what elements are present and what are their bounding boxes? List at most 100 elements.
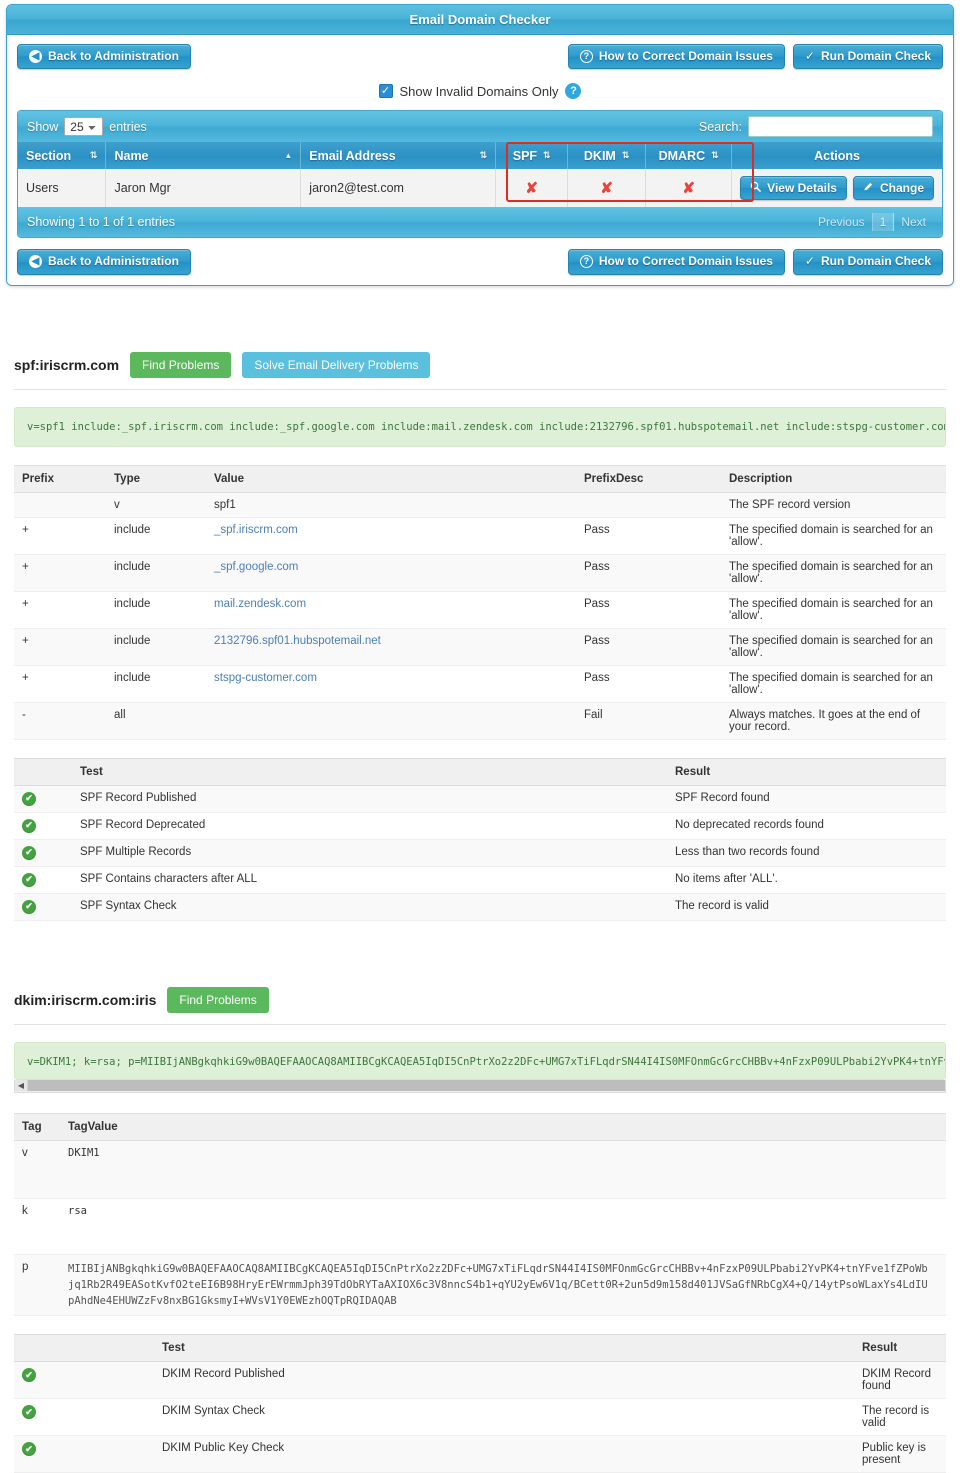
table-row: ✔ SPF Multiple Records Less than two rec… [14, 839, 946, 867]
spf-prefixdesc [576, 492, 721, 518]
col-name[interactable]: Name ▲ [105, 142, 302, 170]
spf-fail-icon: ✘ [525, 180, 538, 198]
dkim-test-name: DKIM Record Published [154, 1361, 854, 1400]
dkim-test-status: ✔ [14, 1361, 154, 1400]
dkim-find-problems-button[interactable]: Find Problems [167, 986, 269, 1013]
show-invalid-domains-checkbox[interactable]: ✓ [378, 84, 393, 99]
scrollbar-thumb[interactable] [28, 1080, 945, 1092]
dkim-public-key-line: jq1Rb2R49EASotKvfO2teEI6B98HryErEWrmmJph… [68, 1278, 928, 1291]
col-dmarc[interactable]: DMARC ⇅ [645, 142, 733, 170]
spf-value-link[interactable]: mail.zendesk.com [214, 598, 306, 610]
table-row: + include 2132796.spf01.hubspotemail.net… [14, 628, 946, 666]
spf-prefixdesc: Fail [576, 702, 721, 740]
check-icon: ✓ [804, 254, 815, 269]
spf-test-result: No items after 'ALL'. [667, 866, 946, 894]
how-to-correct-domain-issues-button-bottom[interactable]: ? How to Correct Domain Issues [567, 249, 785, 275]
col-section[interactable]: Section ⇅ [18, 142, 107, 170]
spf-solve-email-delivery-problems-button[interactable]: Solve Email Delivery Problems [242, 351, 431, 378]
check-circle-icon: ✔ [22, 899, 36, 914]
pagination: Previous 1 Next [811, 213, 933, 232]
spf-value-link[interactable]: _spf.iriscrm.com [214, 524, 298, 536]
search-label: Search: [698, 119, 742, 134]
spf-prefixdesc: Pass [576, 628, 721, 666]
dkim-tags-body: v DKIM1 k rsa p MIIBIjANBgkqhkiG9w0BAQEF… [14, 1140, 946, 1317]
spf-test-col-test: Test [72, 757, 667, 786]
spf-test-status: ✔ [14, 839, 72, 867]
spf-description: The specified domain is searched for an … [721, 517, 946, 555]
spf-value [206, 702, 576, 740]
spf-find-problems-button[interactable]: Find Problems [130, 351, 232, 378]
spf-type: include [106, 628, 206, 666]
dkim-tag: v [14, 1140, 60, 1199]
check-circle-icon: ✔ [22, 845, 36, 860]
spf-test-status: ✔ [14, 812, 72, 840]
check-circle-icon: ✔ [22, 1442, 36, 1457]
dkim-test-col-test: Test [154, 1334, 854, 1363]
how-to-correct-domain-issues-button-top[interactable]: ? How to Correct Domain Issues [567, 44, 785, 70]
domains-table-header-row: Section ⇅ Name ▲ Email Address ⇅ SPF ⇅ D… [18, 142, 942, 170]
run-domain-check-label: Run Domain Check [820, 254, 931, 269]
table-row: ✔ DKIM Public Key Check Public key is pr… [14, 1435, 946, 1473]
table-row: Users Jaron Mgr jaron2@test.com ✘ ✘ ✘ Vi… [18, 169, 942, 208]
pagination-previous[interactable]: Previous [811, 213, 873, 232]
spf-description: The specified domain is searched for an … [721, 628, 946, 666]
spf-tests-header-row: Test Result [14, 757, 946, 786]
checkbox-check-icon: ✓ [380, 84, 391, 97]
change-button[interactable]: Change [852, 176, 934, 201]
show-label: Show [27, 119, 59, 134]
search-icon [750, 181, 761, 195]
dkim-report-title: dkim:iriscrm.com:iris [14, 991, 157, 1008]
col-dkim[interactable]: DKIM ⇅ [567, 142, 647, 170]
show-invalid-domains-label: Show Invalid Domains Only [399, 83, 559, 99]
spf-description: The SPF record version [721, 492, 946, 518]
pagination-page-1[interactable]: 1 [872, 213, 895, 232]
spf-value-link[interactable]: _spf.google.com [214, 561, 298, 573]
col-email-address[interactable]: Email Address ⇅ [300, 142, 497, 170]
dkim-tests-head: Test Result [14, 1334, 946, 1363]
view-details-label: View Details [767, 180, 837, 195]
search-control: Search: [698, 116, 933, 138]
col-actions: Actions [731, 142, 942, 170]
sort-both-icon: ⇅ [711, 150, 719, 161]
dkim-tests-body: ✔ DKIM Record Published DKIM Record foun… [14, 1361, 946, 1473]
table-row: v DKIM1 [14, 1140, 946, 1199]
spf-description: The specified domain is searched for an … [721, 591, 946, 629]
spf-test-result: No deprecated records found [667, 812, 946, 840]
scroll-left-icon[interactable]: ◀ [15, 1080, 28, 1092]
pencil-icon [863, 181, 874, 195]
domains-table: Section ⇅ Name ▲ Email Address ⇅ SPF ⇅ D… [18, 142, 942, 208]
sort-asc-icon: ▲ [284, 150, 293, 160]
back-to-administration-label: Back to Administration [48, 49, 179, 63]
spf-prefix: + [14, 628, 106, 666]
change-label: Change [879, 180, 924, 195]
help-icon[interactable]: ? [565, 83, 582, 100]
table-row: k rsa [14, 1198, 946, 1255]
spf-mechanisms-header-row: Prefix Type Value PrefixDesc Description [14, 464, 946, 493]
run-domain-check-button-top[interactable]: ✓ Run Domain Check [792, 44, 943, 70]
back-to-administration-button-top[interactable]: ◀ Back to Administration [17, 44, 191, 70]
spf-description: The specified domain is searched for an … [721, 554, 946, 592]
dkim-record-horizontal-scrollbar[interactable]: ◀ [14, 1079, 946, 1093]
search-input[interactable] [748, 116, 933, 138]
page-length-select[interactable]: 25 [64, 117, 104, 137]
run-domain-check-button-bottom[interactable]: ✓ Run Domain Check [792, 249, 943, 275]
toolbar-top-right: ? How to Correct Domain Issues ✓ Run Dom… [567, 44, 943, 70]
spf-value-link[interactable]: stspg-customer.com [214, 672, 317, 684]
spf-test-name: SPF Contains characters after ALL [72, 866, 667, 894]
sort-both-icon: ⇅ [543, 150, 551, 161]
col-spf[interactable]: SPF ⇅ [495, 142, 569, 170]
run-domain-check-label: Run Domain Check [820, 49, 931, 63]
spf-type: include [106, 591, 206, 629]
back-to-administration-button-bottom[interactable]: ◀ Back to Administration [17, 249, 191, 275]
spf-test-name: SPF Multiple Records [72, 839, 667, 867]
dkim-report-section: dkim:iriscrm.com:iris Find Problems v=DK… [0, 972, 960, 1473]
pagination-next[interactable]: Next [894, 213, 933, 231]
dkim-test-name: DKIM Syntax Check [154, 1398, 854, 1437]
domains-datatable: Show 25 entries Search: Section ⇅ Name ▲… [17, 110, 943, 239]
dkim-tag: p [14, 1254, 60, 1317]
view-details-button[interactable]: View Details [740, 176, 847, 201]
spf-value-link[interactable]: 2132796.spf01.hubspotemail.net [214, 635, 381, 647]
table-row: ✔ SPF Record Deprecated No deprecated re… [14, 812, 946, 840]
entries-label: entries [109, 119, 147, 134]
check-circle-icon: ✔ [22, 872, 36, 887]
